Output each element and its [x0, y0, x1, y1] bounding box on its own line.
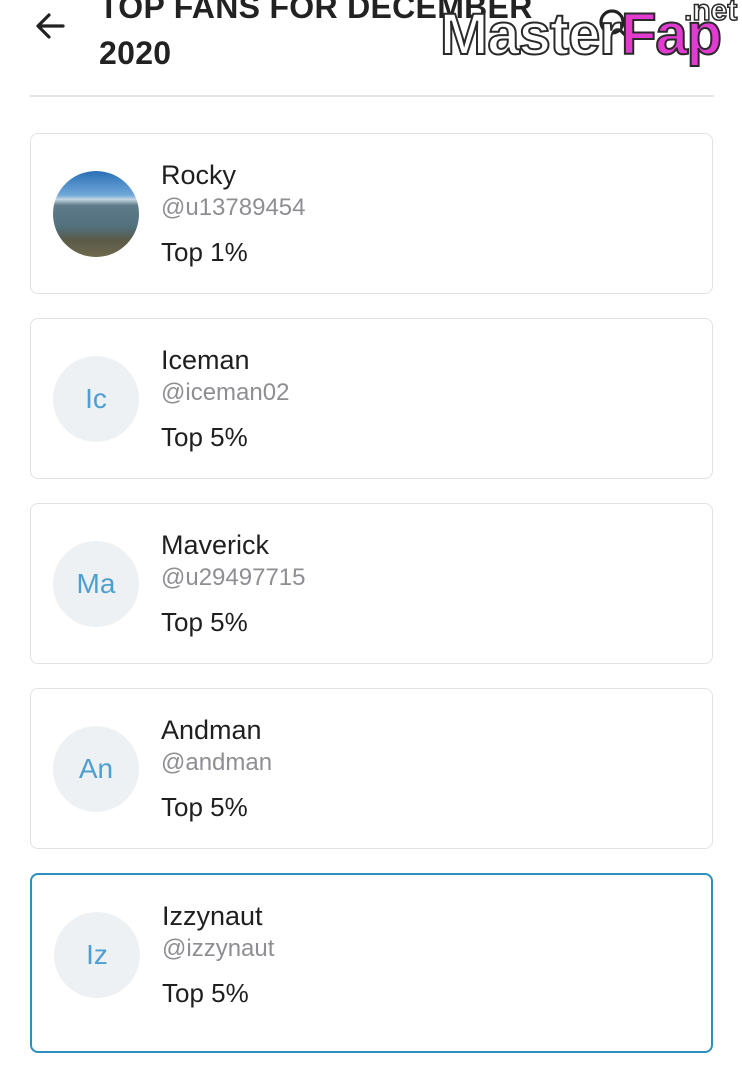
fan-info: Iceman @iceman02 Top 5% [161, 343, 289, 455]
arrow-left-icon [36, 13, 65, 39]
fan-info: Maverick @u29497715 Top 5% [161, 528, 306, 640]
fan-handle: @iceman02 [161, 379, 290, 406]
header-divider [30, 95, 714, 97]
fan-card[interactable]: Rocky @u13789454 Top 1% [30, 133, 713, 294]
fan-info: Andman @andman Top 5% [161, 713, 272, 825]
fan-name: Iceman [161, 345, 250, 375]
fan-card[interactable]: An Andman @andman Top 5% [30, 688, 713, 849]
watermark-master: Master [439, 2, 623, 67]
fan-rank: Top 5% [161, 792, 248, 822]
fan-card-selected[interactable]: Iz Izzynaut @izzynaut Top 5% [30, 873, 713, 1053]
fan-name: Andman [161, 715, 262, 745]
fan-rank: Top 5% [162, 978, 249, 1008]
avatar-initials: Iz [54, 912, 140, 998]
avatar-initials: Ma [53, 541, 139, 627]
avatar-initials: An [53, 726, 139, 812]
avatar-initials: Ic [53, 356, 139, 442]
avatar-photo [53, 171, 139, 257]
fan-rank: Top 5% [161, 422, 248, 452]
fan-name: Maverick [161, 530, 270, 560]
fan-handle: @u29497715 [161, 564, 306, 591]
watermark-text: MasterFap [439, 2, 723, 67]
watermark-tld: .net [683, 0, 738, 28]
fan-handle: @andman [161, 749, 273, 776]
fan-handle: @izzynaut [162, 935, 275, 962]
fan-name: Rocky [161, 160, 237, 190]
back-button[interactable] [30, 6, 70, 46]
fan-handle: @u13789454 [161, 194, 306, 221]
fan-info: Izzynaut @izzynaut Top 5% [162, 899, 274, 1011]
watermark-logo: MasterFap .net [439, 0, 742, 76]
fan-info: Rocky @u13789454 Top 1% [161, 158, 306, 270]
fan-list: Rocky @u13789454 Top 1% Ic Iceman @icema… [30, 133, 713, 1077]
fan-name: Izzynaut [162, 901, 263, 931]
fan-rank: Top 5% [161, 607, 248, 637]
fan-rank: Top 1% [161, 237, 248, 267]
fan-card[interactable]: Ma Maverick @u29497715 Top 5% [30, 503, 713, 664]
header: TOP FANS FOR DECEMBER 2020 MasterFap .ne… [0, 0, 742, 96]
fan-card[interactable]: Ic Iceman @iceman02 Top 5% [30, 318, 713, 479]
